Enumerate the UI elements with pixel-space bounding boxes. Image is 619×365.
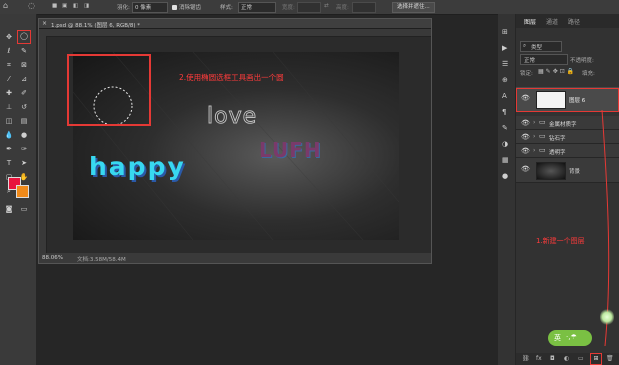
styles-panel-icon[interactable]: ◑ (502, 140, 508, 148)
blur-tool-icon[interactable]: 💧 (4, 130, 14, 140)
brush-panel-icon[interactable]: ✎ (502, 124, 508, 132)
elliptical-marquee-tool-icon[interactable]: ◯ (17, 30, 31, 44)
image-canvas[interactable]: 2.使用椭圆选框工具画出一个圆 love LUFH happy (67, 52, 399, 240)
pen-tool-icon[interactable]: ✒ (4, 144, 14, 154)
character-panel-icon[interactable]: A (502, 92, 507, 100)
screen-mode-icon[interactable]: ▭ (19, 204, 29, 214)
link-layers-icon[interactable]: ⛓ (522, 355, 530, 362)
canvas-text-happy: happy (89, 152, 186, 181)
slice-tool-icon[interactable]: ⊠ (19, 60, 29, 70)
ruler-tool-icon[interactable]: ⊿ (19, 74, 29, 84)
intersect-selection-icon[interactable]: ◨ (84, 3, 89, 9)
tools-panel: ✥ ◯ ℓ ✎ ⌗ ⊠ ⁄ ⊿ ✚ ✐ ⊥ ↺ ◫ ▤ 💧 ● ✒ ✑ T ➤ … (0, 14, 37, 365)
gradient-tool-icon[interactable]: ▤ (19, 116, 29, 126)
crop-tool-icon[interactable]: ⌗ (4, 60, 14, 70)
zoom-level[interactable]: 88.06% (42, 255, 63, 261)
delete-layer-icon[interactable]: 🗑 (606, 355, 614, 362)
ime-language[interactable]: 英 (554, 333, 561, 343)
add-selection-icon[interactable]: ▣ (62, 3, 67, 9)
document-tab[interactable]: × 1.psd @ 88.1% (图层 6, RGB/8) * (39, 19, 431, 29)
adjustment-layer-icon[interactable]: ◐ (564, 355, 569, 362)
document-window: × 1.psd @ 88.1% (图层 6, RGB/8) * 2.使用椭圆选框… (38, 18, 432, 264)
background-color-swatch[interactable] (16, 185, 29, 198)
layers-footer: ⛓ fx ◘ ◐ ▭ ⊞ 🗑 (516, 353, 619, 365)
close-tab-icon[interactable]: × (42, 20, 47, 27)
move-tool-icon[interactable]: ✥ (4, 32, 14, 42)
canvas-text-love: love (206, 104, 258, 130)
feather-value: 0 像素 (135, 5, 152, 11)
freeform-pen-icon[interactable]: ✑ (19, 144, 29, 154)
ellipse-marquee-preset-icon[interactable]: ◌ (28, 1, 35, 10)
paragraph-panel-icon[interactable]: ¶ (502, 108, 506, 116)
clone-stamp-icon[interactable]: ⊥ (4, 102, 14, 112)
select-and-mask-button[interactable]: 选择并遮住... (392, 2, 435, 13)
ime-toolbar[interactable]: 英 ·,☂ (548, 330, 592, 346)
eraser-tool-icon[interactable]: ◫ (4, 116, 14, 126)
style-label: 样式: (220, 5, 233, 11)
new-layer-icon[interactable]: ⊞ (590, 353, 602, 365)
new-selection-icon[interactable]: ■ (52, 3, 57, 9)
subtract-selection-icon[interactable]: ◧ (73, 3, 78, 9)
dodge-tool-icon[interactable]: ● (19, 130, 29, 140)
quick-mask-icon[interactable]: ◙ (4, 204, 14, 214)
color-panel-icon[interactable]: ● (502, 172, 508, 180)
options-bar: ⌂ ◌ ■ ▣ ◧ ◨ 羽化: 0 像素 消除锯齿 样式: 正常 宽度: ⇄ 高… (0, 0, 619, 15)
history-panel-icon[interactable]: ⊞ (502, 28, 508, 36)
width-input[interactable] (297, 2, 321, 13)
annotation-step2: 2.使用椭圆选框工具画出一个圆 (179, 73, 284, 82)
style-select[interactable]: 正常 (238, 2, 276, 13)
new-group-icon[interactable]: ▭ (578, 355, 584, 362)
brush-tool-icon[interactable]: ✐ (19, 88, 29, 98)
document-size: 文档:3.58M/58.4M (77, 256, 126, 263)
path-select-icon[interactable]: ➤ (19, 158, 29, 168)
lasso-tool-icon[interactable]: ℓ (4, 46, 14, 56)
document-title: 1.psd @ 88.1% (图层 6, RGB/8) * (51, 22, 141, 29)
annotation-box-selection (67, 54, 151, 126)
height-label: 高度: (336, 5, 349, 11)
antialias-checkbox[interactable]: 消除锯齿 (172, 3, 201, 11)
annotation-step1: 1.新建一个图层 (536, 237, 585, 245)
canvas-text-lufh: LUFH (259, 138, 322, 162)
properties-panel-icon[interactable]: ☰ (502, 60, 508, 68)
feather-label: 羽化: (117, 5, 130, 11)
history-brush-icon[interactable]: ↺ (19, 102, 29, 112)
style-value: 正常 (241, 5, 253, 11)
height-input[interactable] (352, 2, 376, 13)
home-icon[interactable]: ⌂ (3, 1, 8, 10)
horizontal-ruler (39, 29, 431, 37)
mask-icon[interactable]: ◘ (550, 355, 555, 362)
quick-select-tool-icon[interactable]: ✎ (19, 46, 29, 56)
fx-icon[interactable]: fx (536, 355, 542, 362)
antialias-label: 消除锯齿 (179, 5, 202, 11)
swap-icon[interactable]: ⇄ (324, 3, 329, 9)
checkbox-icon (172, 5, 177, 10)
actions-panel-icon[interactable]: ▶ (502, 44, 507, 52)
panel-icon-strip: ⊞ ▶ ☰ ⊕ A ¶ ✎ ◑ ▦ ● (498, 14, 516, 365)
eyedropper-tool-icon[interactable]: ⁄ (4, 74, 14, 84)
layers-panel: 图层 通道 路径 ⌕ 类型 正常 不透明度: 锁定: ▦✎✥⊡🔒 填充: 👁 图… (516, 14, 619, 365)
adjust-panel-icon[interactable]: ⊕ (502, 76, 508, 84)
healing-brush-icon[interactable]: ✚ (4, 88, 14, 98)
width-label: 宽度: (282, 5, 295, 11)
feather-input[interactable]: 0 像素 (132, 2, 168, 13)
vertical-ruler (39, 36, 47, 253)
dandelion-decoration (600, 308, 614, 326)
ime-options-icon[interactable]: ·,☂ (566, 333, 577, 341)
swatches-panel-icon[interactable]: ▦ (502, 156, 509, 164)
status-bar: 88.06% 文档:3.58M/58.4M (39, 253, 431, 263)
type-tool-icon[interactable]: T (4, 158, 14, 168)
